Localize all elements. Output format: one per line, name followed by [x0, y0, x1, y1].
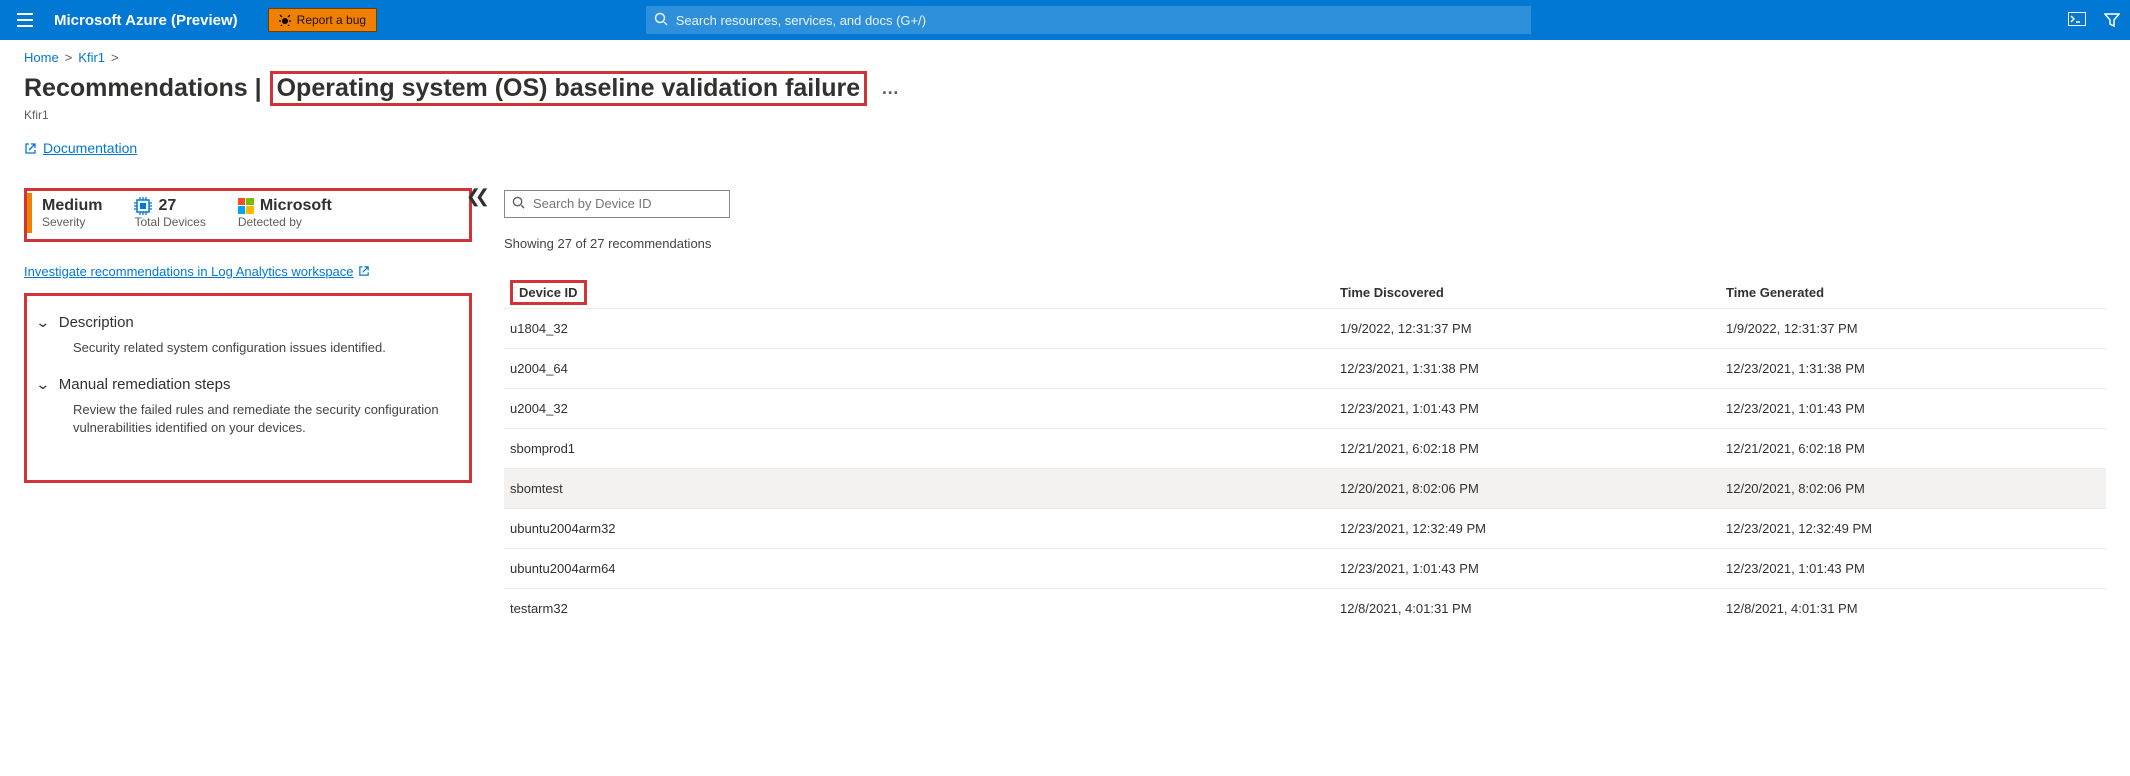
- device-filter-input[interactable]: [504, 190, 730, 218]
- table-cell: 1/9/2022, 12:31:37 PM: [1720, 308, 2106, 348]
- chevron-right-icon: >: [111, 50, 119, 65]
- search-icon: [512, 196, 525, 209]
- breadcrumb-item[interactable]: Kfir1: [78, 50, 105, 65]
- filter-icon[interactable]: [2104, 12, 2120, 28]
- table-row[interactable]: u2004_3212/23/2021, 1:01:43 PM12/23/2021…: [504, 388, 2106, 428]
- documentation-label: Documentation: [43, 140, 137, 156]
- cloud-shell-icon[interactable]: [2068, 12, 2086, 28]
- table-cell: 12/23/2021, 1:31:38 PM: [1720, 348, 2106, 388]
- report-bug-label: Report a bug: [297, 13, 366, 27]
- table-cell: 12/20/2021, 8:02:06 PM: [1720, 468, 2106, 508]
- description-body: Security related system configuration is…: [37, 337, 459, 371]
- device-table: Device ID Time Discovered Time Generated…: [504, 277, 2106, 628]
- stat-devices-value: 27: [158, 197, 176, 215]
- more-button[interactable]: …: [881, 78, 899, 99]
- investigate-link[interactable]: Investigate recommendations in Log Analy…: [24, 264, 370, 279]
- result-count: Showing 27 of 27 recommendations: [504, 236, 2106, 251]
- table-cell: ubuntu2004arm32: [504, 508, 1334, 548]
- stat-severity-label: Severity: [42, 215, 102, 229]
- table-row[interactable]: ubuntu2004arm6412/23/2021, 1:01:43 PM12/…: [504, 548, 2106, 588]
- global-search-input[interactable]: [646, 6, 1531, 34]
- page-subtitle: Kfir1: [24, 108, 2106, 122]
- stat-detected: Microsoft Detected by: [224, 193, 350, 233]
- menu-button[interactable]: [10, 5, 40, 35]
- info-box: ⌄ Description Security related system co…: [24, 293, 472, 484]
- investigate-label: Investigate recommendations in Log Analy…: [24, 264, 354, 279]
- page-title-prefix: Recommendations |: [24, 74, 262, 103]
- external-link-icon: [358, 265, 370, 277]
- collapse-left-pane[interactable]: ❮❮: [466, 186, 484, 207]
- table-cell: 12/21/2021, 6:02:18 PM: [1334, 428, 1720, 468]
- table-row[interactable]: sbomtest12/20/2021, 8:02:06 PM12/20/2021…: [504, 468, 2106, 508]
- breadcrumb: Home > Kfir1 >: [24, 50, 2106, 65]
- table-cell: 12/8/2021, 4:01:31 PM: [1334, 588, 1720, 628]
- external-link-icon: [24, 142, 37, 155]
- table-row[interactable]: u1804_321/9/2022, 12:31:37 PM1/9/2022, 1…: [504, 308, 2106, 348]
- global-search: [646, 6, 1531, 34]
- remediation-toggle[interactable]: ⌄ Manual remediation steps: [37, 370, 459, 399]
- brand-title: Microsoft Azure (Preview): [54, 12, 238, 29]
- table-cell: sbomtest: [504, 468, 1334, 508]
- table-row[interactable]: ubuntu2004arm3212/23/2021, 12:32:49 PM12…: [504, 508, 2106, 548]
- table-row[interactable]: testarm3212/8/2021, 4:01:31 PM12/8/2021,…: [504, 588, 2106, 628]
- table-cell: 12/23/2021, 1:01:43 PM: [1720, 548, 2106, 588]
- table-cell: sbomprod1: [504, 428, 1334, 468]
- table-cell: 12/23/2021, 12:32:49 PM: [1334, 508, 1720, 548]
- stat-detected-value: Microsoft: [260, 197, 332, 215]
- table-cell: 12/8/2021, 4:01:31 PM: [1720, 588, 2106, 628]
- remediation-title: Manual remediation steps: [59, 376, 231, 393]
- stat-devices-label: Total Devices: [134, 215, 205, 229]
- left-pane: ❮❮ Medium Severity 27 Total Devices: [24, 188, 484, 628]
- column-device-id[interactable]: Device ID: [504, 277, 1334, 309]
- table-cell: 12/21/2021, 6:02:18 PM: [1720, 428, 2106, 468]
- documentation-link[interactable]: Documentation: [24, 140, 137, 156]
- chevron-right-icon: >: [65, 50, 73, 65]
- table-cell: testarm32: [504, 588, 1334, 628]
- page-title-highlight: Operating system (OS) baseline validatio…: [270, 71, 868, 106]
- description-toggle[interactable]: ⌄ Description: [37, 308, 459, 337]
- table-cell: 12/20/2021, 8:02:06 PM: [1334, 468, 1720, 508]
- chip-icon: [134, 197, 152, 215]
- table-cell: 12/23/2021, 1:01:43 PM: [1334, 548, 1720, 588]
- topbar-right: [2068, 12, 2120, 28]
- column-time-discovered[interactable]: Time Discovered: [1334, 277, 1720, 309]
- stat-severity: Medium Severity: [27, 193, 120, 233]
- table-cell: 12/23/2021, 1:01:43 PM: [1334, 388, 1720, 428]
- search-icon: [654, 12, 668, 26]
- hamburger-icon: [17, 13, 33, 27]
- microsoft-logo-icon: [238, 198, 254, 214]
- column-time-generated[interactable]: Time Generated: [1720, 277, 2106, 309]
- stats-box: Medium Severity 27 Total Devices Microso…: [24, 188, 472, 242]
- table-row[interactable]: u2004_6412/23/2021, 1:31:38 PM12/23/2021…: [504, 348, 2106, 388]
- table-cell: 1/9/2022, 12:31:37 PM: [1334, 308, 1720, 348]
- chevron-down-icon: ⌄: [35, 376, 50, 393]
- page-title: Recommendations | Operating system (OS) …: [24, 71, 2106, 106]
- bug-icon: [279, 14, 291, 26]
- report-bug-button[interactable]: Report a bug: [268, 8, 377, 32]
- table-cell: u2004_64: [504, 348, 1334, 388]
- chevron-down-icon: ⌄: [35, 314, 50, 331]
- table-cell: 12/23/2021, 1:01:43 PM: [1720, 388, 2106, 428]
- right-pane: Showing 27 of 27 recommendations Device …: [484, 188, 2106, 628]
- table-cell: 12/23/2021, 1:31:38 PM: [1334, 348, 1720, 388]
- table-cell: u1804_32: [504, 308, 1334, 348]
- description-title: Description: [59, 314, 134, 331]
- stat-detected-label: Detected by: [238, 215, 332, 229]
- stat-devices: 27 Total Devices: [120, 193, 223, 233]
- stat-severity-value: Medium: [42, 197, 102, 215]
- breadcrumb-home[interactable]: Home: [24, 50, 59, 65]
- top-bar: Microsoft Azure (Preview) Report a bug: [0, 0, 2130, 40]
- table-cell: ubuntu2004arm64: [504, 548, 1334, 588]
- table-cell: u2004_32: [504, 388, 1334, 428]
- table-cell: 12/23/2021, 12:32:49 PM: [1720, 508, 2106, 548]
- table-row[interactable]: sbomprod112/21/2021, 6:02:18 PM12/21/202…: [504, 428, 2106, 468]
- remediation-body: Review the failed rules and remediate th…: [37, 399, 459, 450]
